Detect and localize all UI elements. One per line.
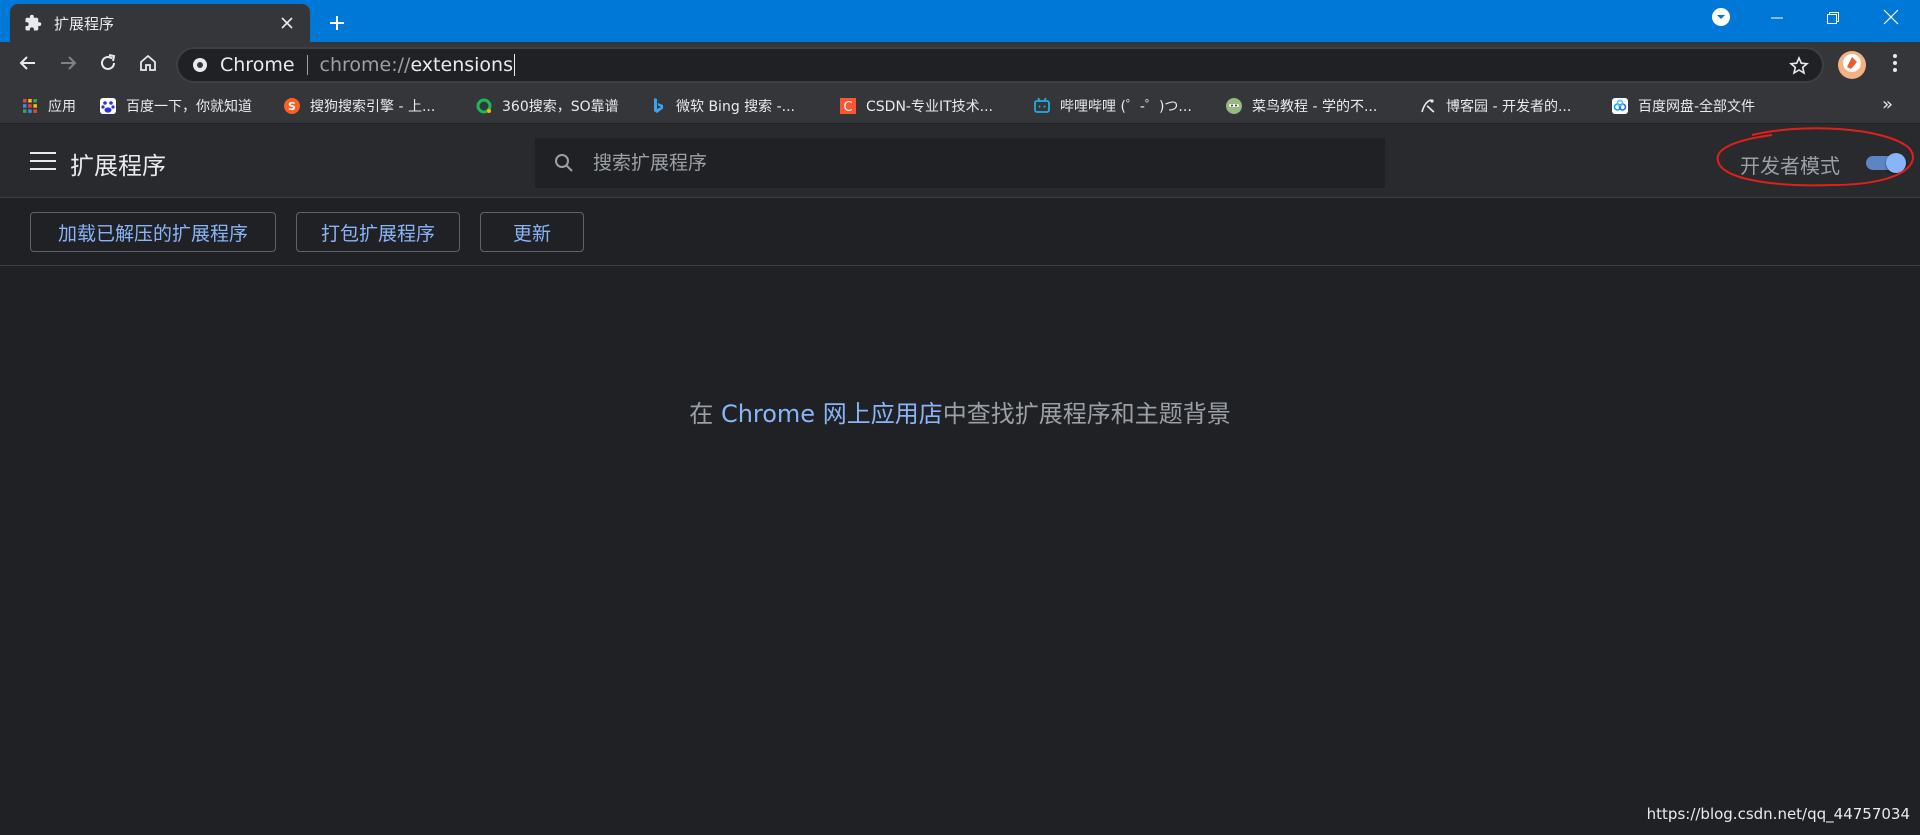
- bing-icon: [648, 96, 668, 116]
- menu-icon[interactable]: [30, 149, 56, 173]
- new-tab-button[interactable]: [322, 8, 352, 38]
- extensions-action-bar: 加载已解压的扩展程序 打包扩展程序 更新: [0, 199, 1920, 266]
- bookmark-apps[interactable]: 应用: [20, 94, 76, 118]
- web-store-link[interactable]: Chrome 网上应用店: [721, 400, 943, 428]
- bookmark-label: 博客园 - 开发者的...: [1446, 99, 1572, 115]
- update-button[interactable]: 更新: [480, 212, 584, 252]
- arrow-right-icon: [58, 53, 78, 77]
- bookmark-label: 应用: [48, 99, 76, 115]
- bookmark-csdn[interactable]: C CSDN-专业IT技术...: [838, 94, 993, 118]
- runoob-icon: [1224, 96, 1244, 116]
- svg-text:C: C: [843, 100, 852, 115]
- bookmark-bing[interactable]: 微软 Bing 搜索 -...: [648, 94, 795, 118]
- chrome-menu-button[interactable]: [1880, 50, 1910, 80]
- bookmark-label: 哔哩哔哩 (゜-゜)つ...: [1060, 99, 1192, 115]
- bookmark-label: 微软 Bing 搜索 -...: [676, 99, 796, 115]
- reload-button[interactable]: [92, 49, 124, 81]
- cnblogs-icon: [1418, 96, 1438, 116]
- search-input[interactable]: [593, 152, 1373, 174]
- developer-mode-toggle[interactable]: [1866, 153, 1906, 173]
- tab-title: 扩展程序: [54, 14, 115, 33]
- bookmark-label: 360搜索，SO靠谱: [502, 99, 619, 115]
- empty-state-message: 在 Chrome 网上应用店中查找扩展程序和主题背景: [689, 400, 1231, 428]
- restore-button[interactable]: [1806, 0, 1860, 38]
- avatar-icon: [1842, 53, 1862, 77]
- address-bar[interactable]: Chrome chrome://extensions: [176, 47, 1824, 83]
- bookmarks-bar: 应用 百度一下，你就知道 S 搜狗搜索引擎 - 上... 360搜索，SO靠谱 …: [0, 88, 1920, 124]
- title-bar: 扩展程序: [0, 0, 1920, 42]
- bookmark-cnblogs[interactable]: 博客园 - 开发者的...: [1418, 94, 1571, 118]
- svg-text:S: S: [288, 100, 296, 113]
- more-vertical-icon: [1892, 53, 1898, 77]
- minimize-button[interactable]: [1750, 0, 1804, 38]
- bookmark-baidu[interactable]: 百度一下，你就知道: [98, 94, 252, 118]
- apps-grid-icon: [20, 96, 40, 116]
- more-bookmarks-button[interactable]: »: [1882, 94, 1893, 115]
- baidu-pan-icon: [1610, 96, 1630, 116]
- url-text[interactable]: chrome://extensions: [320, 54, 515, 76]
- bookmark-bilibili[interactable]: 哔哩哔哩 (゜-゜)つ...: [1032, 94, 1192, 118]
- restore-icon: [1826, 10, 1840, 29]
- extensions-header: 扩展程序 开发者模式: [0, 124, 1920, 198]
- puzzle-icon: [22, 12, 44, 34]
- watermark-text: https://blog.csdn.net/qq_44757034: [1646, 805, 1910, 823]
- csdn-icon: C: [838, 96, 858, 116]
- tab-search-button[interactable]: [1694, 0, 1748, 38]
- back-button[interactable]: [12, 49, 44, 81]
- load-unpacked-button[interactable]: 加载已解压的扩展程序: [30, 212, 276, 252]
- browser-toolbar: Chrome chrome://extensions: [0, 42, 1920, 88]
- baidu-icon: [98, 96, 118, 116]
- arrow-left-icon: [18, 53, 38, 77]
- profile-avatar[interactable]: [1838, 51, 1866, 79]
- bookmark-sogou[interactable]: S 搜狗搜索引擎 - 上...: [282, 94, 435, 118]
- sogou-icon: S: [282, 96, 302, 116]
- chrome-icon: [190, 55, 210, 75]
- close-window-button[interactable]: [1864, 0, 1918, 38]
- bilibili-icon: [1032, 96, 1052, 116]
- bookmark-runoob[interactable]: 菜鸟教程 - 学的不...: [1224, 94, 1377, 118]
- home-button[interactable]: [132, 49, 164, 81]
- page-title: 扩展程序: [70, 152, 166, 180]
- pack-extension-button[interactable]: 打包扩展程序: [296, 212, 460, 252]
- search-box[interactable]: [535, 138, 1385, 188]
- site-chip: Chrome: [220, 54, 295, 76]
- bookmark-label: 百度一下，你就知道: [126, 99, 252, 115]
- bookmark-star-icon[interactable]: [1788, 55, 1810, 77]
- so360-icon: [474, 96, 494, 116]
- bookmark-label: CSDN-专业IT技术...: [866, 99, 993, 115]
- search-icon: [553, 152, 575, 174]
- home-icon: [138, 53, 158, 77]
- minimize-icon: [1770, 10, 1784, 29]
- bookmark-label: 菜鸟教程 - 学的不...: [1252, 99, 1378, 115]
- forward-button[interactable]: [52, 49, 84, 81]
- tab-close-icon[interactable]: [276, 12, 298, 34]
- developer-mode-label: 开发者模式: [1740, 154, 1840, 178]
- bookmark-label: 搜狗搜索引擎 - 上...: [310, 99, 436, 115]
- omnibox-separator: [306, 55, 308, 75]
- bookmark-360[interactable]: 360搜索，SO靠谱: [474, 94, 619, 118]
- bookmark-baidu-pan[interactable]: 百度网盘-全部文件: [1610, 94, 1755, 118]
- toggle-knob: [1886, 153, 1906, 173]
- reload-icon: [98, 53, 118, 77]
- chevron-down-circle-icon: [1711, 7, 1731, 31]
- close-icon: [1883, 9, 1899, 29]
- bookmark-label: 百度网盘-全部文件: [1638, 99, 1756, 115]
- active-tab[interactable]: 扩展程序: [10, 4, 310, 42]
